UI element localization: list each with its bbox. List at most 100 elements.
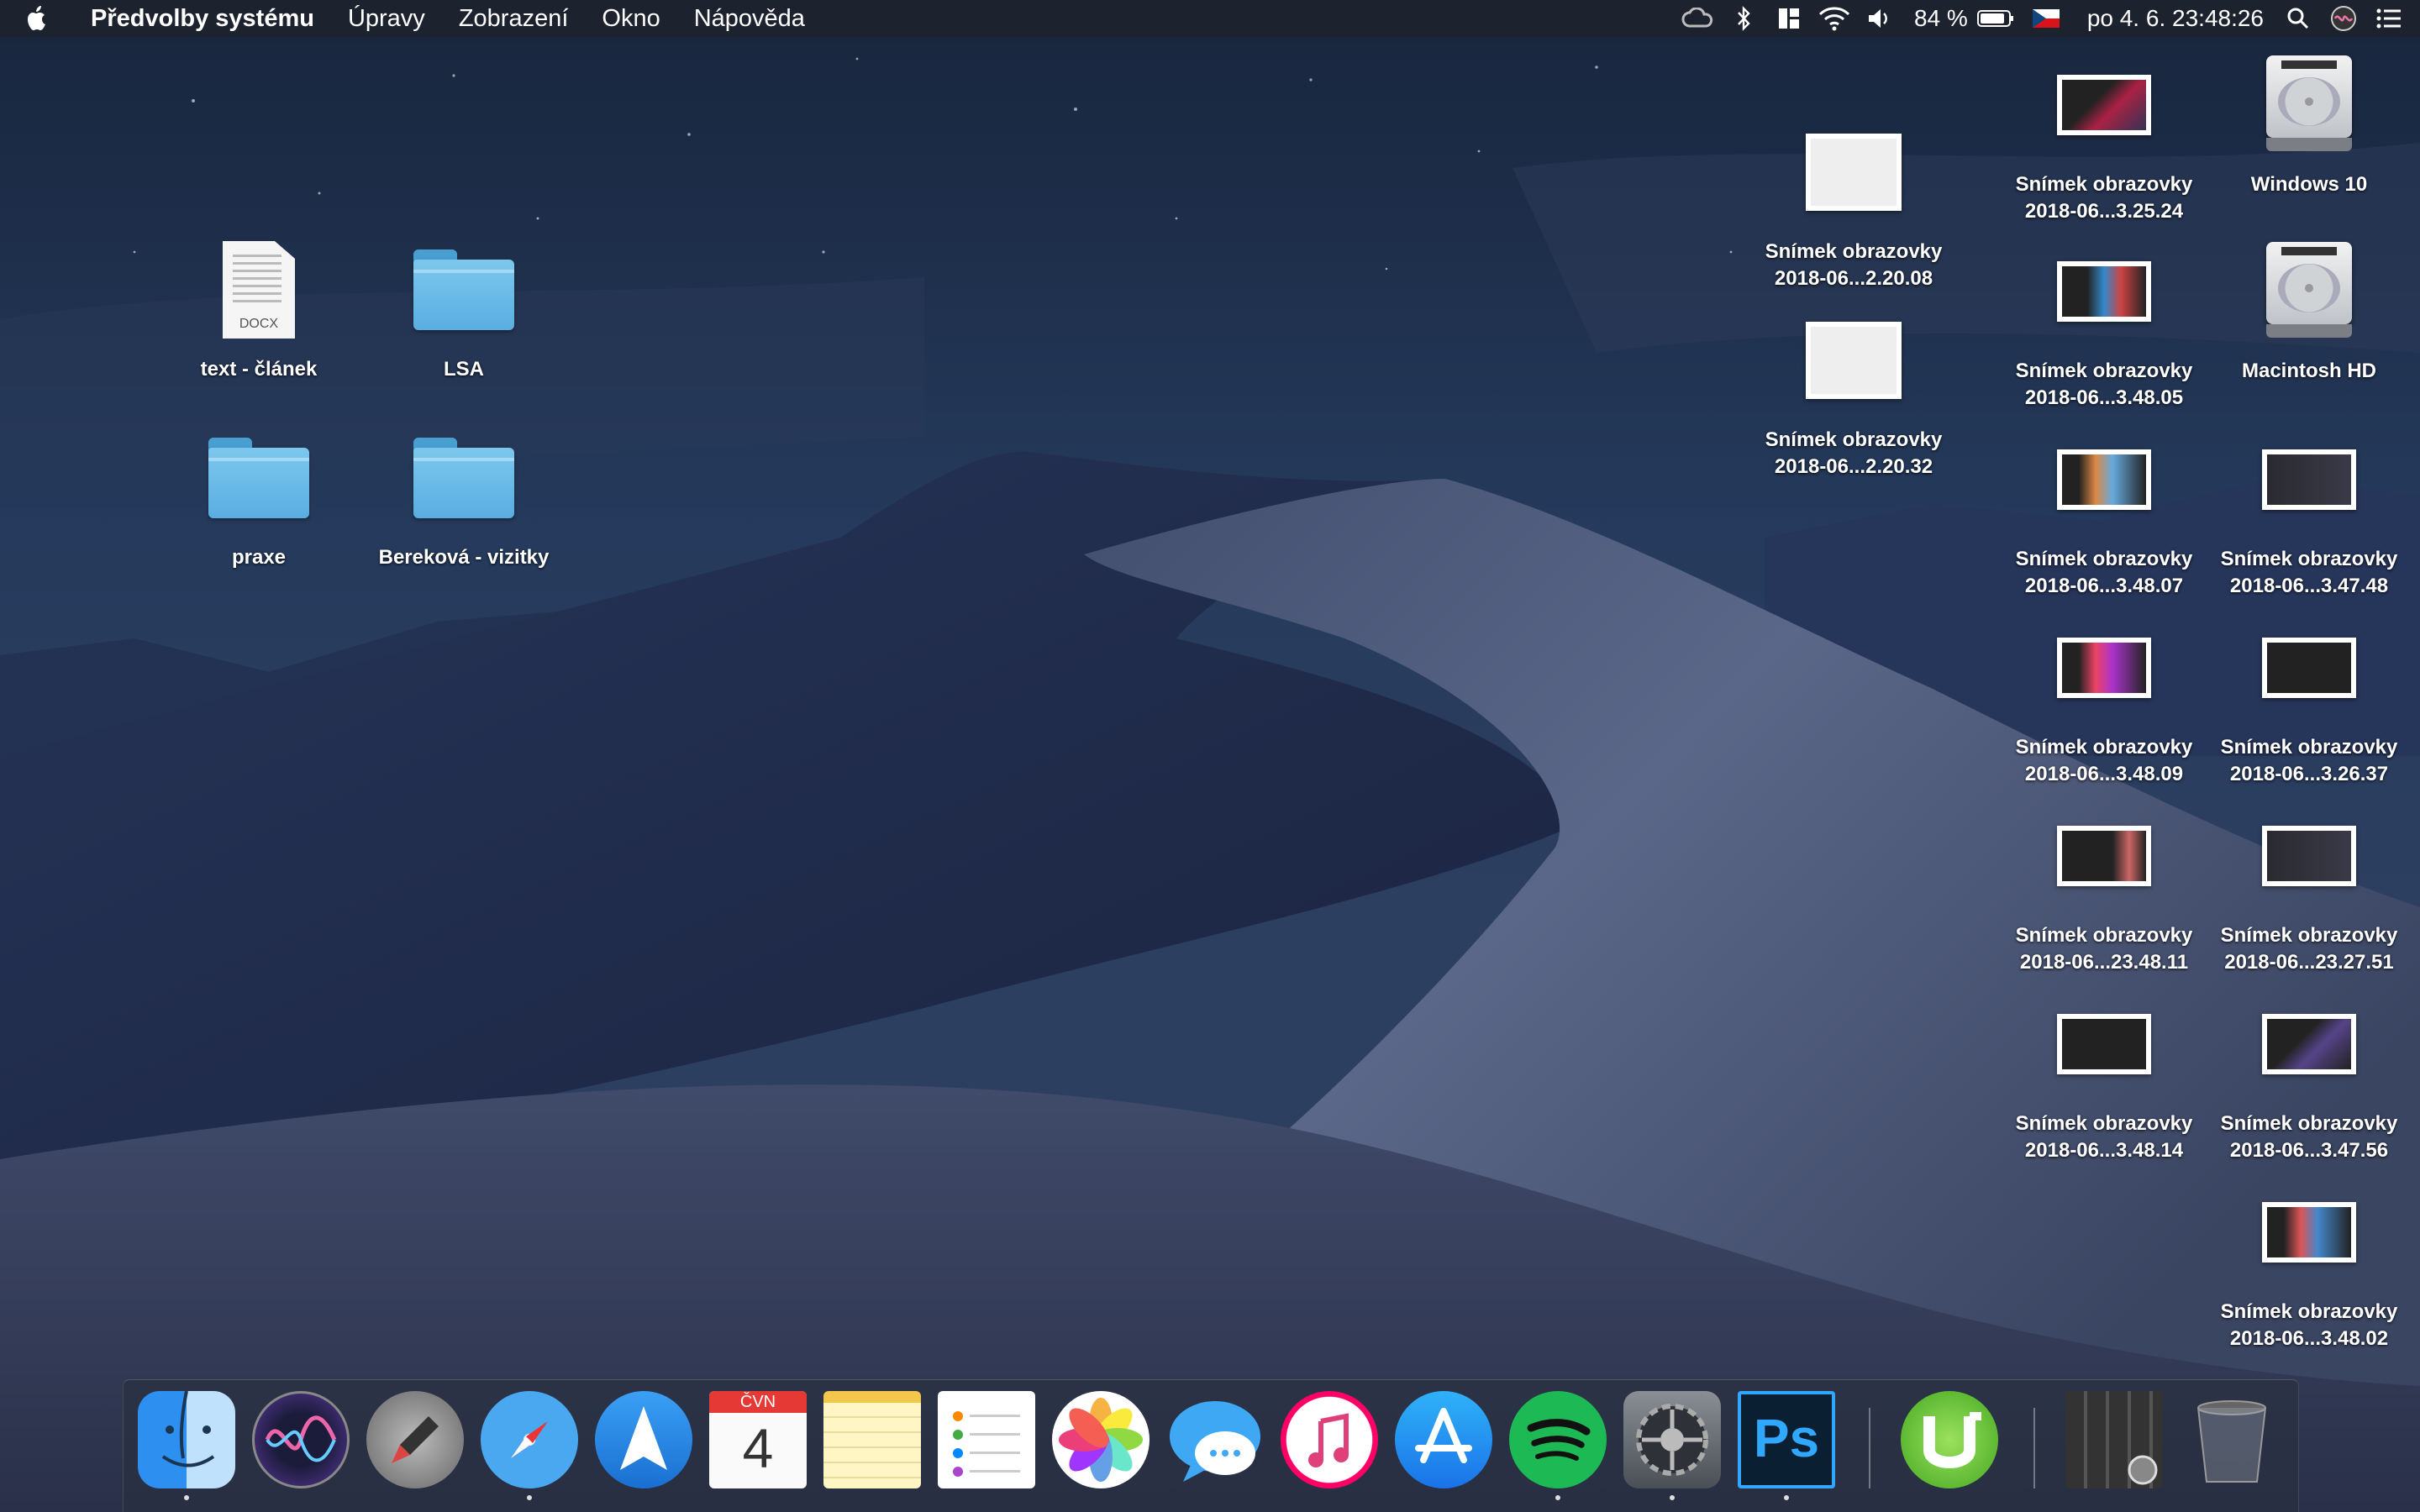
screenshot-34814[interactable]: Snímek obrazovky 2018-06...3.48.14 — [1995, 981, 2213, 1164]
screenshot-thumbnail-icon — [2057, 449, 2151, 510]
dock-reminders[interactable] — [938, 1391, 1035, 1488]
apple-menu-icon[interactable] — [25, 5, 71, 32]
dock-utorrent[interactable] — [1901, 1391, 1998, 1488]
screenshot-232751[interactable]: Snímek obrazovky 2018-06...23.27.51 — [2200, 793, 2418, 976]
drive-label: Macintosh HD — [2241, 360, 2376, 382]
screenshot-34756[interactable]: Snímek obrazovky 2018-06...3.47.56 — [2200, 981, 2418, 1164]
file-label-line1: Snímek obrazovky — [2220, 548, 2398, 570]
volume-icon[interactable] — [1857, 0, 1902, 37]
clock[interactable]: po 4. 6. 23:48:26 — [2075, 0, 2275, 37]
app-menu[interactable]: Předvolby systému — [71, 0, 331, 37]
menu-view[interactable]: Zobrazení — [442, 0, 586, 37]
dock-photoshop[interactable]: Ps — [1738, 1391, 1835, 1500]
finder-icon — [138, 1391, 235, 1488]
screenshot-32637[interactable]: Snímek obrazovky 2018-06...3.26.37 — [2200, 605, 2418, 788]
folder-label: LSA — [444, 358, 484, 381]
file-label-line2: 2018-06...3.47.56 — [2229, 1139, 2389, 1162]
folder-label: praxe — [231, 546, 287, 569]
dock-messages[interactable] — [1166, 1391, 1264, 1488]
dock-system-preferences[interactable] — [1623, 1391, 1721, 1500]
dock-photos[interactable] — [1052, 1391, 1150, 1488]
dock-trash[interactable] — [2183, 1391, 2281, 1488]
folder-lsa[interactable]: LSA — [355, 227, 573, 383]
photos-icon — [1052, 1391, 1150, 1488]
file-label-line2: 2018-06...3.48.05 — [2024, 386, 2184, 409]
screenshot-34807[interactable]: Snímek obrazovky 2018-06...3.48.07 — [1995, 417, 2213, 600]
screenshot-22008[interactable]: Snímek obrazovky 2018-06...2.20.08 — [1744, 109, 1963, 292]
file-label-line2: 2018-06...3.26.37 — [2229, 763, 2389, 785]
screenshot-32524[interactable]: Snímek obrazovky 2018-06...3.25.24 — [1995, 42, 2213, 225]
screenshot-thumbnail-icon — [2057, 1014, 2151, 1074]
file-label-line2: 2018-06...3.47.48 — [2229, 575, 2389, 597]
dock-calendar[interactable]: ČVN 4 — [709, 1391, 807, 1488]
file-label-line1: Snímek obrazovky — [2220, 924, 2398, 947]
app-store-icon — [1395, 1391, 1492, 1488]
desktop[interactable]: Předvolby systému Úpravy Zobrazení Okno … — [0, 0, 2420, 1512]
hard-drive-icon — [2263, 55, 2355, 155]
screenshot-22032[interactable]: Snímek obrazovky 2018-06...2.20.32 — [1744, 297, 1963, 480]
dock-downloads-stack[interactable] — [2065, 1391, 2163, 1488]
menu-window[interactable]: Okno — [585, 0, 676, 37]
calendar-icon: ČVN 4 — [709, 1391, 807, 1488]
battery-percent[interactable]: 84 % — [1902, 0, 1975, 37]
layout-icon[interactable] — [1766, 0, 1812, 37]
screenshot-34748[interactable]: Snímek obrazovky 2018-06...3.47.48 — [2200, 417, 2418, 600]
drive-windows-10[interactable]: Windows 10 — [2200, 42, 2418, 198]
file-label-line2: 2018-06...2.20.32 — [1774, 455, 1933, 478]
dock-finder[interactable] — [138, 1391, 235, 1500]
hard-drive-icon — [2263, 242, 2355, 341]
dock-spotify[interactable] — [1509, 1391, 1607, 1500]
launchpad-icon — [366, 1391, 464, 1488]
utorrent-icon — [1901, 1391, 1998, 1488]
file-label-line1: Snímek obrazovky — [2220, 1112, 2398, 1135]
running-indicator — [184, 1495, 189, 1500]
itunes-icon — [1281, 1391, 1378, 1488]
dock-safari[interactable] — [481, 1391, 578, 1500]
bluetooth-icon[interactable] — [1721, 0, 1766, 37]
screenshot-34809[interactable]: Snímek obrazovky 2018-06...3.48.09 — [1995, 605, 2213, 788]
creative-cloud-icon[interactable] — [1676, 0, 1721, 37]
menu-help[interactable]: Nápověda — [677, 0, 822, 37]
screenshot-34805[interactable]: Snímek obrazovky 2018-06...3.48.05 — [1995, 228, 2213, 412]
dock-launchpad[interactable] — [366, 1391, 464, 1488]
file-label-line2: 2018-06...3.25.24 — [2024, 200, 2184, 223]
folder-berekova[interactable]: Bereková - vizitky — [355, 415, 573, 571]
wifi-icon[interactable] — [1812, 0, 1857, 37]
screenshot-thumbnail-icon — [2262, 638, 2356, 698]
dock-separator — [1869, 1408, 1870, 1488]
screenshot-thumbnail-icon — [2262, 826, 2356, 886]
running-indicator — [527, 1495, 532, 1500]
file-label-line1: Snímek obrazovky — [2015, 548, 2193, 570]
folder-praxe[interactable]: praxe — [150, 415, 368, 571]
dock-spark[interactable] — [595, 1391, 692, 1488]
notification-center-icon[interactable] — [2366, 0, 2412, 37]
file-label-line1: Snímek obrazovky — [2015, 924, 2193, 947]
dock-app-store[interactable] — [1395, 1391, 1492, 1488]
folder-label: Bereková - vizitky — [378, 546, 550, 569]
file-label-line2: 2018-06...3.48.07 — [2024, 575, 2184, 597]
screenshot-thumbnail-icon — [2262, 449, 2356, 510]
file-label-line1: Snímek obrazovky — [2015, 1112, 2193, 1135]
file-text-clanek[interactable]: DOCX text - článek — [150, 227, 368, 383]
photoshop-icon: Ps — [1738, 1391, 1835, 1488]
running-indicator — [1784, 1495, 1789, 1500]
siri-icon[interactable] — [2321, 0, 2366, 37]
file-label-line2: 2018-06...2.20.08 — [1774, 267, 1933, 290]
notes-icon — [823, 1391, 921, 1488]
dock-itunes[interactable] — [1281, 1391, 1378, 1488]
menu-edit[interactable]: Úpravy — [331, 0, 442, 37]
screenshot-234811[interactable]: Snímek obrazovky 2018-06...23.48.11 — [1995, 793, 2213, 976]
folder-icon — [413, 249, 514, 330]
docx-file-icon: DOCX — [223, 241, 295, 339]
spotlight-icon[interactable] — [2275, 0, 2321, 37]
screenshot-34802[interactable]: Snímek obrazovky 2018-06...3.48.02 — [2200, 1169, 2418, 1352]
file-label-line2: 2018-06...23.48.11 — [2019, 951, 2189, 974]
battery-icon[interactable] — [1975, 0, 2017, 37]
dock-siri[interactable] — [252, 1391, 350, 1488]
siri-icon — [252, 1391, 350, 1488]
screenshot-thumbnail-icon — [2057, 261, 2151, 322]
dock-notes[interactable] — [823, 1391, 921, 1488]
screenshot-thumbnail-icon — [2057, 75, 2151, 135]
czech-flag-icon[interactable] — [2017, 0, 2075, 37]
drive-macintosh-hd[interactable]: Macintosh HD — [2200, 228, 2418, 385]
